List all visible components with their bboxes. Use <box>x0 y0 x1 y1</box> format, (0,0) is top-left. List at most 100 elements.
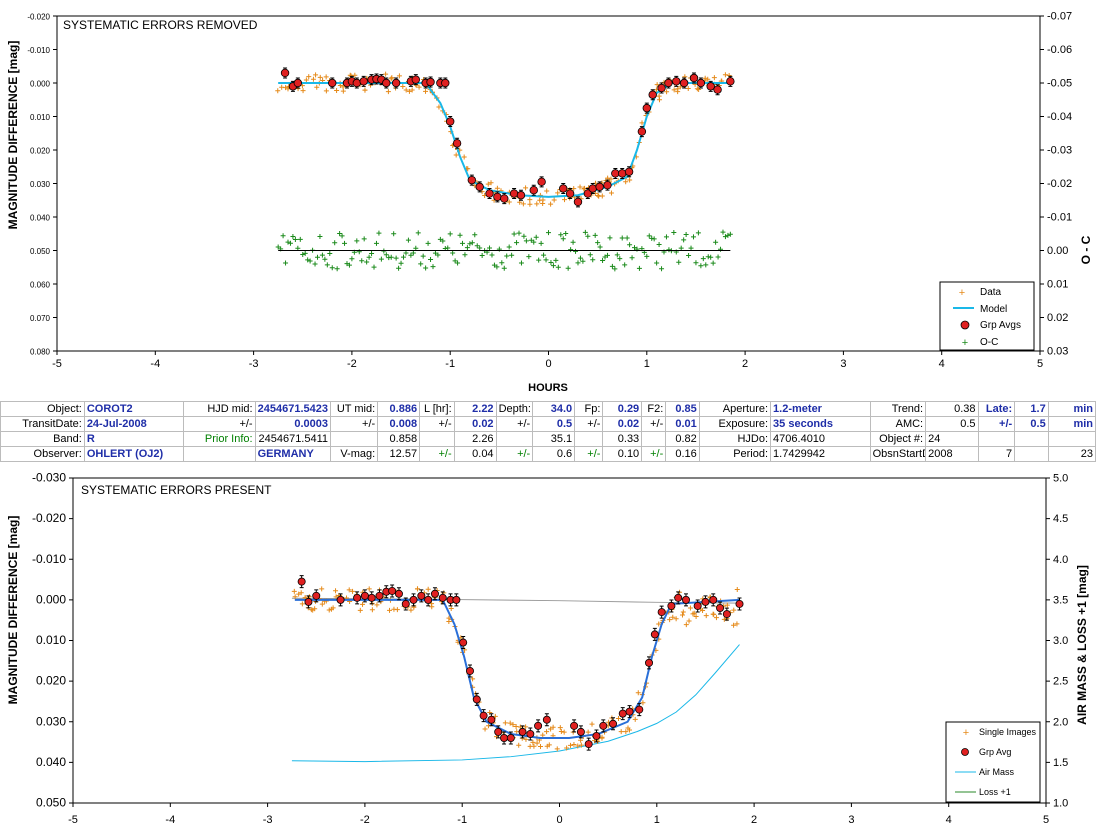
y2-tick-label: -0.02 <box>1047 178 1072 190</box>
grp-avg-point <box>297 577 306 586</box>
x-tick-label: 2 <box>751 814 757 826</box>
grp-avg-point <box>353 593 362 602</box>
x-tick-label: 0 <box>545 358 551 370</box>
info-cell: 1.2-meter <box>770 401 871 417</box>
y2-tick-label: 1.5 <box>1053 757 1068 769</box>
info-cell: 0.10 <box>602 446 643 462</box>
info-cell: min <box>1047 401 1097 417</box>
x-tick-label: -1 <box>457 814 467 826</box>
info-cell: Observer: <box>0 446 85 462</box>
info-cell: 1.7 <box>1014 401 1049 417</box>
y-tick-label: 0.040 <box>36 755 66 769</box>
grp-avg-point <box>681 595 690 604</box>
grp-avg-point <box>485 189 494 198</box>
y-tick-label: 0.000 <box>30 80 51 89</box>
info-cell: min <box>1047 416 1097 432</box>
grp-avg-point <box>506 733 515 742</box>
grp-avg-point <box>664 78 673 88</box>
grp-avg-point <box>592 731 601 740</box>
y2-tick-label: -0.04 <box>1047 111 1072 123</box>
legend-label-data: Data <box>980 287 1002 298</box>
grp-avg-point <box>650 630 659 639</box>
grp-avg-point <box>701 597 710 606</box>
grp-avg-point <box>603 180 612 190</box>
info-cell: 2454671.5411 <box>254 431 332 447</box>
info-cell: Trend: <box>869 401 927 417</box>
y-tick-label: 0.070 <box>30 314 51 323</box>
x-tick-label: -2 <box>360 814 370 826</box>
info-cell: +/- <box>419 416 455 432</box>
grp-avg-point <box>518 727 527 736</box>
info-cell: 24-Jul-2008 <box>83 416 185 432</box>
grp-avg-point <box>735 599 744 608</box>
legend-label-airmass: Air Mass <box>979 767 1015 777</box>
x-tick-label: -4 <box>165 814 175 826</box>
grp-avg-point <box>467 175 477 185</box>
info-cell: 0.6 <box>532 446 576 462</box>
legend-label-grpavg: Grp Avg <box>979 747 1011 757</box>
grp-avg-point <box>509 189 519 198</box>
y2-tick-label: -0.06 <box>1047 44 1072 56</box>
grp-avg-point <box>401 599 410 608</box>
info-cell: HJD mid: <box>183 401 256 417</box>
y2-tick-label: -0.01 <box>1047 212 1072 224</box>
grp-avg-point <box>375 591 384 600</box>
x-tick-label: 5 <box>1037 358 1043 370</box>
y2-tick-label: 0.01 <box>1047 279 1068 291</box>
info-cell: 0.5 <box>532 416 576 432</box>
info-cell: +/- <box>641 446 667 462</box>
x-tick-label: 3 <box>848 814 854 826</box>
info-cell: 0.33 <box>602 431 643 447</box>
y-tick-label: -0.010 <box>32 552 66 566</box>
x-tick-label: 5 <box>1043 814 1049 826</box>
info-row: Object: COROT2 HJD mid: 2454671.5423 UT mid:… <box>0 401 1097 417</box>
bottom-y2-axis-label: AIR MASS & LOSS +1 [mag] <box>1075 565 1089 725</box>
info-cell: HJDo: <box>698 431 772 447</box>
grp-avg-point <box>391 78 401 88</box>
info-cell: +/- <box>574 416 604 432</box>
grp-avg-point <box>475 182 484 192</box>
info-cell: 2008 <box>925 446 979 462</box>
grp-avg-point <box>411 75 420 84</box>
info-cell: L [hr]: <box>419 401 455 417</box>
info-cell: 0.0003 <box>254 416 332 432</box>
info-cell: +/- <box>495 446 534 462</box>
grp-avg-point <box>500 733 509 742</box>
info-cell: +/- <box>419 446 455 462</box>
grp-avg-point <box>493 192 502 202</box>
grp-avg-point <box>360 591 369 600</box>
info-cell: Aperture: <box>698 401 772 417</box>
info-cell: 23 <box>1047 446 1097 462</box>
legend-label-grp: Grp Avgs <box>980 320 1021 331</box>
y-tick-label: 0.040 <box>30 214 51 223</box>
info-cell: Prior Info: <box>183 431 256 447</box>
grp-avg-point <box>280 68 290 78</box>
x-tick-label: 1 <box>654 814 660 826</box>
grp-avg-point <box>312 591 321 600</box>
x-tick-label: 0 <box>556 814 562 826</box>
grp-avg-point <box>430 589 439 598</box>
info-cell: OHLERT (OJ2) <box>83 446 185 462</box>
grp-avg-point <box>657 608 666 617</box>
grp-avg-point <box>595 182 604 192</box>
grp-avg-point <box>713 85 722 94</box>
info-cell <box>977 431 1016 447</box>
info-cell: Late: <box>977 401 1016 417</box>
top-chart-title: SYSTEMATIC ERRORS REMOVED <box>63 18 258 32</box>
y-tick-label: 0.060 <box>30 281 51 290</box>
y-tick-label: 0.020 <box>30 147 51 156</box>
y2-tick-label: -0.05 <box>1047 78 1072 90</box>
grp-avg-point <box>625 707 634 716</box>
info-cell: Exposure: <box>698 416 772 432</box>
grp-avg-point <box>382 78 391 88</box>
grp-avg-point <box>526 729 535 738</box>
grp-avg-point <box>611 169 620 178</box>
x-tick-label: -5 <box>52 358 62 370</box>
top-chart: SYSTEMATIC ERRORS REMOVED MAGNITUDE DIFF… <box>6 11 1093 395</box>
legend-label-loss: Loss +1 <box>979 787 1011 797</box>
info-cell: 0.02 <box>453 416 497 432</box>
info-cell: Band: <box>0 431 85 447</box>
grp-avg-point <box>618 169 627 178</box>
grp-avg-point <box>465 666 474 675</box>
info-cell: Depth: <box>495 401 534 417</box>
